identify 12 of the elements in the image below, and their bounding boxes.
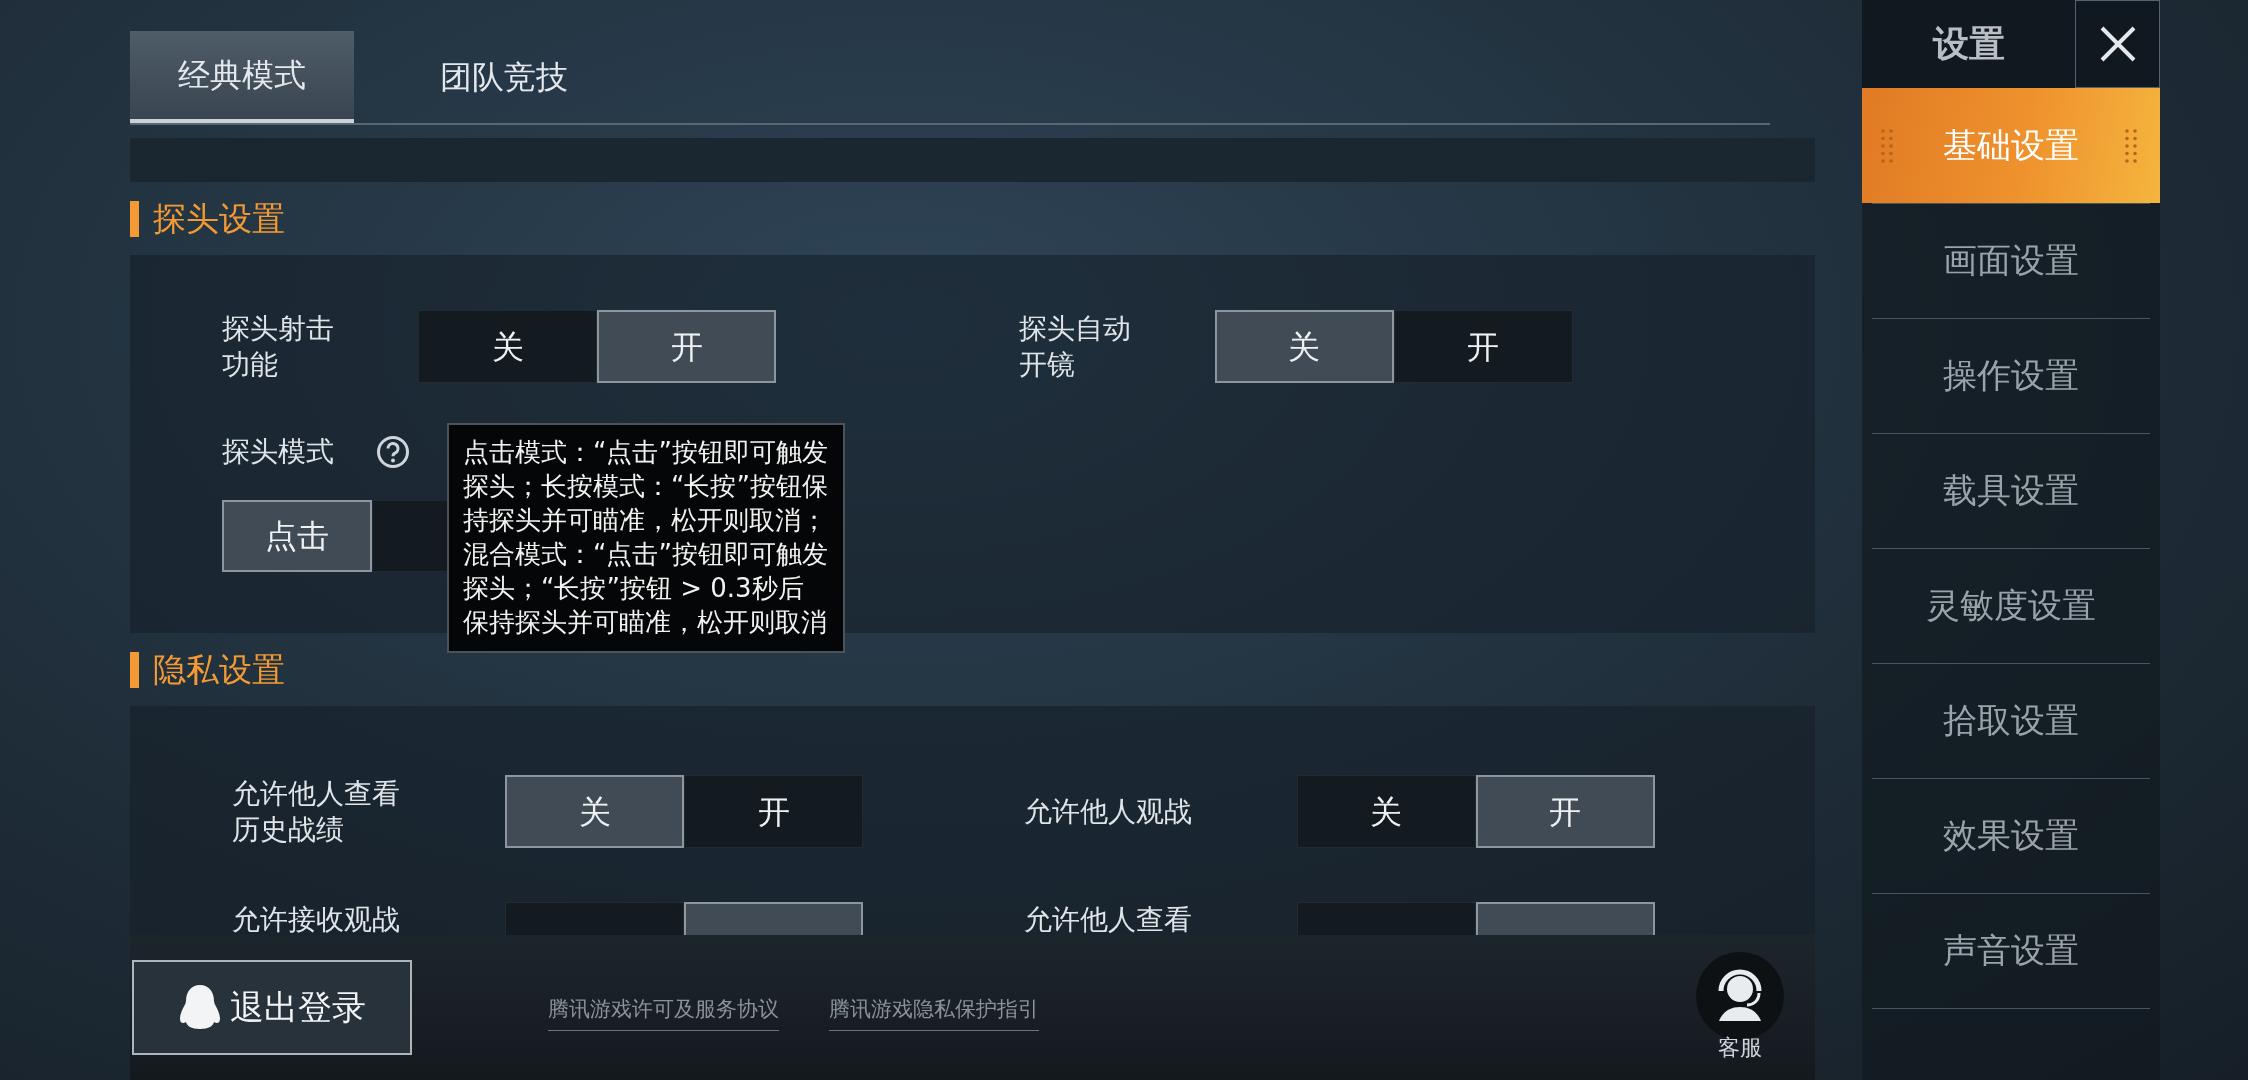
- setting-label: 允许他人查看历史战绩: [232, 775, 401, 848]
- setting-label: 允许接收观战: [232, 902, 401, 935]
- setting-label: 允许他人查看: [1023, 902, 1193, 935]
- setting-label: 允许他人观战: [1023, 793, 1193, 830]
- settings-title: 设置: [1932, 22, 2005, 66]
- service-label: 客服: [1718, 1034, 1762, 1062]
- setting-label: 探头射击功能: [222, 310, 335, 383]
- tooltip: 点击模式：“点击”按钮即可触发探头；长按模式：“长按”按钮保持探头并可瞄准，松开则取消；混合模式：“点击”按钮即可触发探头；“长按”按钮 > 0.3秒后保持探头并可瞄准，松开则取消: [447, 423, 845, 653]
- setting-label: 探头模式: [222, 434, 334, 470]
- setting-label: 探头自动开镜: [1018, 310, 1132, 383]
- section-title: 探头设置: [130, 200, 285, 237]
- section-title: 隐私设置: [130, 651, 285, 688]
